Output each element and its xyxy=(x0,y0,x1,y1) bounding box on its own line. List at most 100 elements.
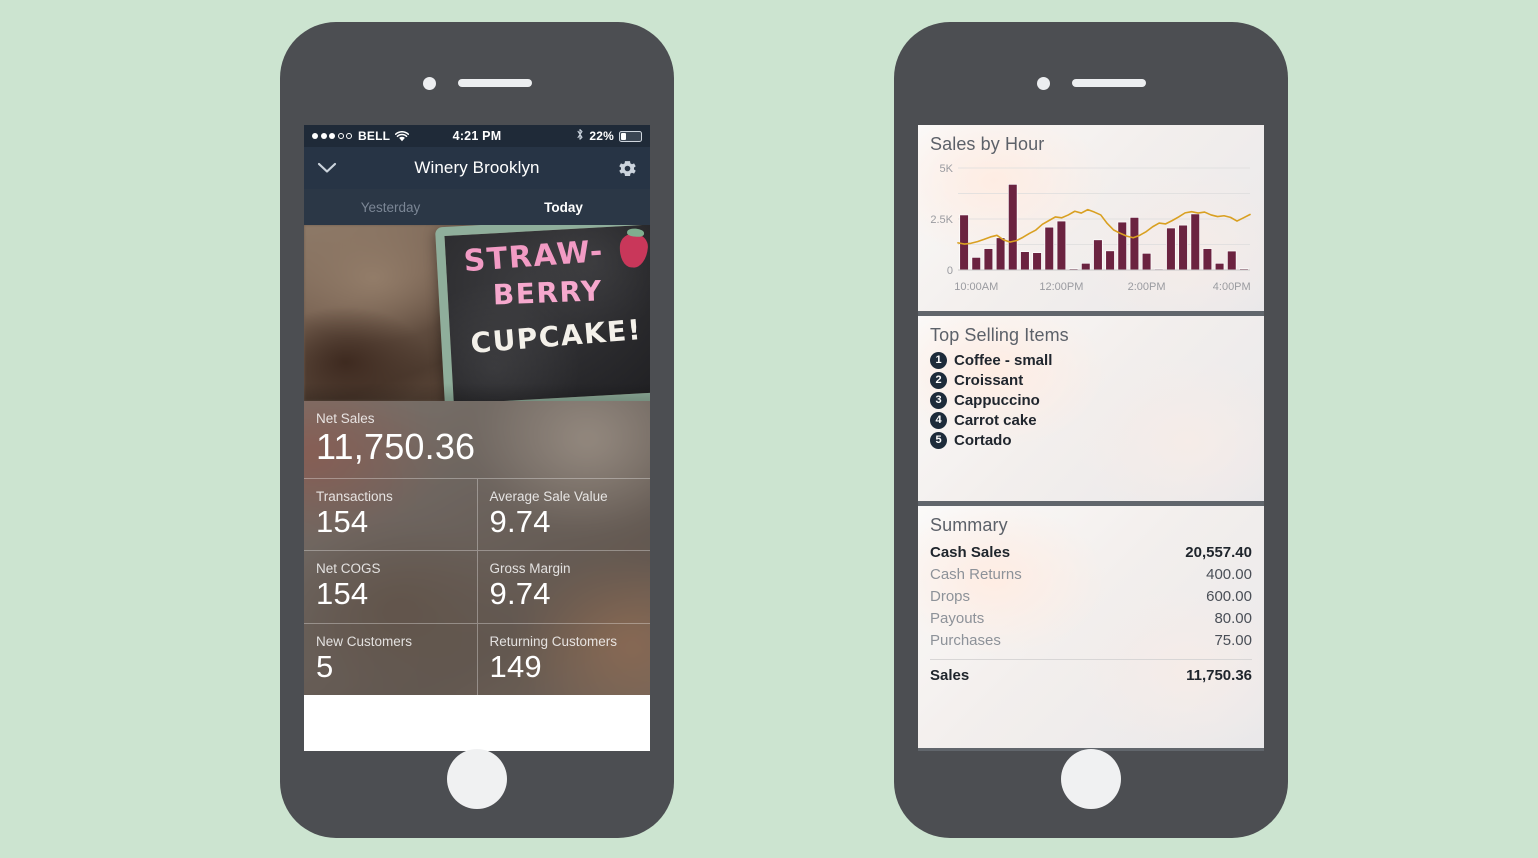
summary-row-value: 80.00 xyxy=(1214,609,1252,627)
top-selling-title: Top Selling Items xyxy=(930,325,1069,345)
metric-tile-average-sale-value[interactable]: Average Sale Value 9.74 xyxy=(476,478,651,551)
metric-value: 9.74 xyxy=(489,576,551,612)
x-axis-tick-label: 12:00PM xyxy=(1039,281,1084,293)
metric-label: Net Sales xyxy=(316,411,375,426)
chart-trend-line xyxy=(957,208,1251,245)
summary-title: Summary xyxy=(930,515,1008,535)
chart-bar xyxy=(1105,250,1115,271)
chart-x-axis: 10:00AM 12:00PM 2:00PM 4:00PM xyxy=(928,281,1254,297)
list-item[interactable]: 4 Carrot cake xyxy=(930,410,1252,430)
sales-by-hour-chart[interactable]: 0 2.5K 5K xyxy=(928,162,1254,280)
chart-bar xyxy=(959,214,969,271)
chart-canvas: 0 2.5K 5K xyxy=(930,163,1251,277)
summary-row-label: Purchases xyxy=(930,631,1001,649)
y-axis-tick-label: 2.5K xyxy=(930,214,953,226)
rank-badge: 1 xyxy=(930,351,947,369)
card-sales-by-hour: Sales by Hour 0 2.5K 5K 10:00AM 12:00PM 2:00… xyxy=(918,125,1264,311)
summary-row-label: Drops xyxy=(930,587,971,605)
screen-left: BELL 4:21 PM 22% Winery Brooklyn Yesterd… xyxy=(304,125,650,751)
metric-row-customers: New Customers 5 Returning Customers 149 xyxy=(304,623,651,696)
summary-row-label: Cash Sales xyxy=(930,543,1011,561)
summary-row-value: 20,557.40 xyxy=(1185,543,1252,561)
chart-bar xyxy=(1202,248,1213,271)
summary-row-label: Cash Returns xyxy=(930,565,1022,583)
summary-row: Cash Sales 20,557.40 xyxy=(930,541,1252,563)
carrier-label: BELL xyxy=(358,129,391,143)
summary-total-row: Sales 11,750.36 xyxy=(930,664,1252,686)
summary-rows: Cash Sales 20,557.40 Cash Returns 400.00 Dro… xyxy=(918,539,1264,686)
x-axis-tick-label: 10:00AM xyxy=(954,281,999,293)
summary-row: Purchases 75.00 xyxy=(930,629,1252,651)
list-item[interactable]: 2 Croissant xyxy=(930,370,1252,390)
home-button[interactable] xyxy=(447,749,507,809)
metric-label: Average Sale Value xyxy=(489,488,608,504)
summary-total-label: Sales xyxy=(930,666,970,684)
y-axis-tick-label: 5K xyxy=(940,163,954,175)
gear-icon[interactable] xyxy=(617,158,638,179)
item-name: Cappuccino xyxy=(954,391,1040,409)
chart-bar xyxy=(1093,239,1103,271)
list-item[interactable]: 3 Cappuccino xyxy=(930,390,1252,410)
phone-device-left: BELL 4:21 PM 22% Winery Brooklyn Yesterd… xyxy=(280,22,674,838)
summary-row-value: 600.00 xyxy=(1206,587,1252,605)
summary-row-value: 400.00 xyxy=(1206,565,1252,583)
metrics-panel: Net Sales 11,750.36 Transactions 154 Ave… xyxy=(304,401,651,696)
metric-tile-net-cogs[interactable]: Net COGS 154 xyxy=(304,551,477,623)
metric-label: New Customers xyxy=(316,633,413,649)
battery-icon xyxy=(619,130,642,142)
chalkboard-sign: STRAW- BERRY CUPCAKE! xyxy=(434,225,650,401)
summary-row-value: 75.00 xyxy=(1214,631,1252,649)
summary-row: Drops 600.00 xyxy=(930,585,1252,607)
chart-title: Sales by Hour xyxy=(930,134,1045,154)
chevron-down-icon[interactable] xyxy=(316,161,338,175)
top-selling-list: 1 Coffee - small 2 Croissant 3 Cappuccino 4 Car… xyxy=(918,349,1264,450)
metric-value: 11,750.36 xyxy=(316,426,476,467)
metric-row-transactions: Transactions 154 Average Sale Value 9.74 xyxy=(304,478,651,552)
home-button[interactable] xyxy=(1061,749,1121,809)
metric-label: Returning Customers xyxy=(489,633,618,649)
metric-value: 5 xyxy=(316,648,334,684)
earpiece-speaker-icon xyxy=(457,79,532,87)
card-top-selling-items: Top Selling Items 1 Coffee - small 2 Croiss… xyxy=(918,316,1264,501)
metric-tile-transactions[interactable]: Transactions 154 xyxy=(304,479,477,551)
app-navigation-bar: Winery Brooklyn xyxy=(304,147,650,189)
list-item[interactable]: 5 Cortado xyxy=(930,430,1252,450)
chart-bar xyxy=(1056,220,1067,271)
metric-row-cogs: Net COGS 154 Gross Margin 9.74 xyxy=(304,551,650,624)
status-bar-right: 22% xyxy=(576,128,642,144)
metric-tile-net-sales[interactable]: Net Sales 11,750.36 xyxy=(304,401,650,478)
metric-tile-new-customers[interactable]: New Customers 5 xyxy=(304,624,477,696)
tab-yesterday[interactable]: Yesterday xyxy=(304,189,477,225)
tab-today[interactable]: Today xyxy=(477,189,650,225)
chart-bar xyxy=(1214,262,1225,271)
front-camera-icon xyxy=(422,76,436,90)
item-name: Coffee - small xyxy=(954,351,1053,369)
chart-bar xyxy=(983,248,994,271)
summary-row: Payouts 80.00 xyxy=(930,607,1252,629)
chart-bar xyxy=(1008,183,1018,271)
metric-label: Gross Margin xyxy=(489,561,571,577)
metric-value: 9.74 xyxy=(489,503,551,539)
chart-bar xyxy=(1178,224,1188,271)
screen-right: Sales by Hour 0 2.5K 5K 10:00AM 12:00PM 2:00… xyxy=(918,125,1264,751)
list-item[interactable]: 1 Coffee - small xyxy=(930,350,1252,370)
chart-bar xyxy=(971,257,981,271)
chart-bar xyxy=(1032,252,1042,271)
rank-badge: 2 xyxy=(930,371,947,389)
front-camera-icon xyxy=(1036,76,1050,90)
metric-row-net-sales: Net Sales 11,750.36 xyxy=(304,401,650,479)
y-axis-tick-label: 0 xyxy=(947,265,953,277)
hero-photo: STRAW- BERRY CUPCAKE! xyxy=(304,225,650,401)
metric-tile-returning-customers[interactable]: Returning Customers 149 xyxy=(476,623,651,696)
phone-device-right: Sales by Hour 0 2.5K 5K 10:00AM 12:00PM 2:00… xyxy=(894,22,1288,838)
phone-top-hardware-left xyxy=(280,72,674,94)
metric-value: 154 xyxy=(316,576,369,612)
chart-bar xyxy=(1044,226,1054,271)
phone-top-hardware-right xyxy=(894,72,1288,94)
chart-bar xyxy=(1129,217,1140,271)
metric-value: 149 xyxy=(489,648,542,684)
battery-percent-label: 22% xyxy=(589,129,614,143)
rank-badge: 4 xyxy=(930,411,947,429)
rank-badge: 5 xyxy=(930,431,947,449)
metric-tile-gross-margin[interactable]: Gross Margin 9.74 xyxy=(476,551,651,623)
